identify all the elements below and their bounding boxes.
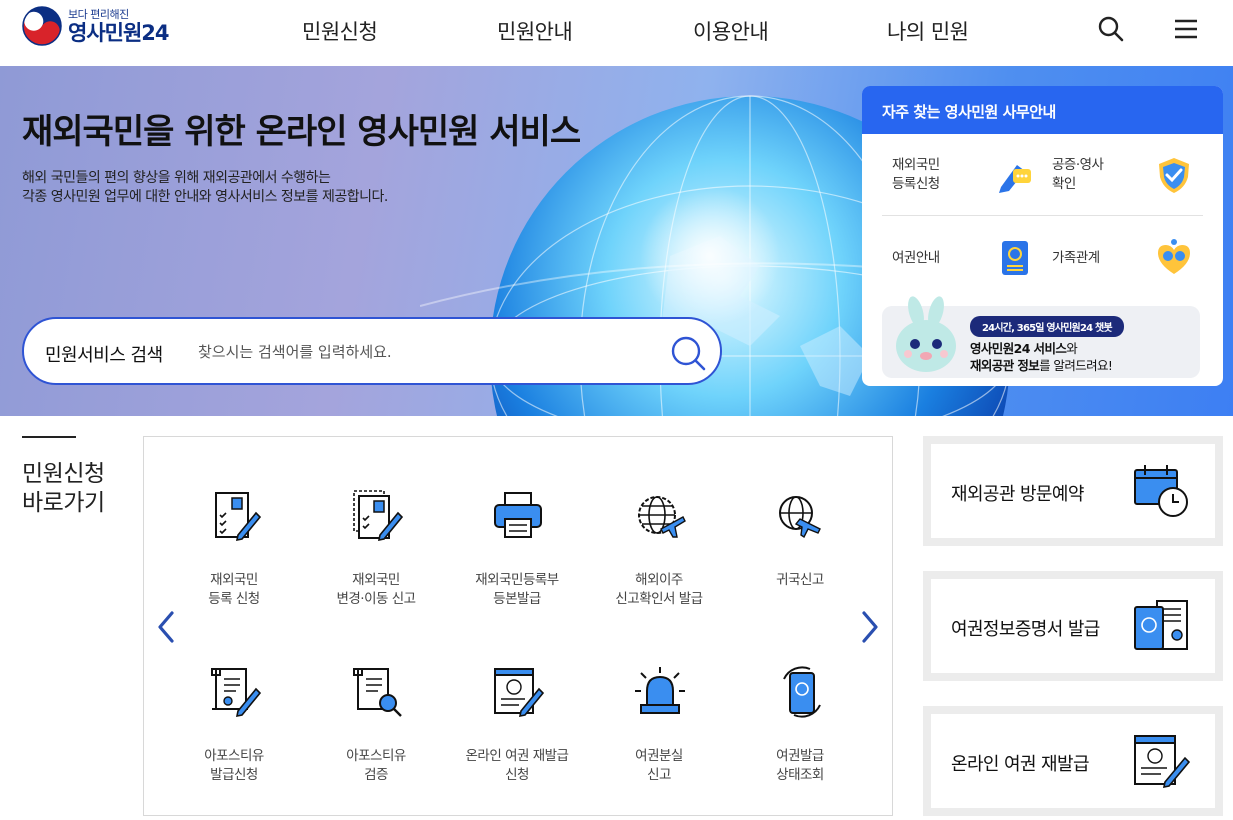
menu-icon[interactable] (1171, 14, 1201, 44)
globe-plane-icon (638, 496, 686, 538)
svc-certificate-copy[interactable]: 재외국민등록부 등본발급 (447, 489, 587, 639)
hero-description: 해외 국민들의 편의 향상을 위해 재외공관에서 수행하는 각종 영사민원 업무… (22, 169, 388, 207)
web-document-pen-icon (1134, 735, 1191, 789)
guide-item-family[interactable]: 가족관계 (1042, 217, 1203, 299)
scroll-magnifier-icon (353, 668, 402, 717)
passport-icon (1002, 241, 1028, 275)
hero-desc-line1: 해외 국민들의 편의 향상을 위해 재외공관에서 수행하는 (22, 170, 331, 186)
calendar-clock-icon (1134, 465, 1188, 517)
svc-registration[interactable]: 재외국민 등록 신청 (164, 489, 304, 639)
site-header: 보다 편리해진 영사민원24 민원신청 민원안내 이용안내 나의 민원 (0, 0, 1233, 66)
guide-item-registration[interactable]: 재외국민 등록신청 (882, 134, 1042, 216)
globe-return-plane-icon (779, 496, 821, 539)
bunny-mascot-icon (896, 296, 956, 372)
nav-apply[interactable]: 민원신청 (302, 16, 378, 46)
guide-item-notarization[interactable]: 공증·영사 확인 (1042, 134, 1203, 216)
svc-passport-loss[interactable]: 여권분실 신고 (589, 665, 729, 815)
card-visit-reservation[interactable]: 재외공관 방문예약 (923, 436, 1223, 546)
svc-emigration[interactable]: 해외이주 신고확인서 발급 (589, 489, 729, 639)
quick-apply-panel: 재외국민 등록 신청 재외국민 변경·이동 신고 재외국민등록부 등본발급 해외… (143, 436, 893, 816)
passport-certificate-icon (1134, 600, 1188, 650)
site-logo[interactable]: 보다 편리해진 영사민원24 (22, 6, 170, 46)
office-guide-panel: 자주 찾는 영사민원 사무안내 재외국민 등록신청 공증·영사 확인 여권안내 … (862, 86, 1223, 386)
family-heart-icon (1158, 239, 1190, 274)
logo-title: 영사민원24 (68, 20, 170, 45)
nav-usage[interactable]: 이용안내 (693, 16, 769, 46)
chatbot-line2: 재외공관 정보를 알려드려요! (970, 358, 1113, 373)
search-label: 민원서비스 검색 (45, 345, 163, 366)
siren-icon (635, 667, 685, 714)
nav-guide[interactable]: 민원안내 (497, 16, 573, 46)
card-online-passport-reissue[interactable]: 온라인 여권 재발급 (923, 706, 1223, 816)
logo-subtitle: 보다 편리해진 (68, 7, 129, 21)
svc-registration-change[interactable]: 재외국민 변경·이동 신고 (306, 489, 446, 639)
service-search-bar: 민원서비스 검색 (22, 317, 722, 385)
document-change-icon (353, 490, 404, 542)
document-pen-icon (215, 492, 262, 542)
svc-online-passport[interactable]: 온라인 여권 재발급 신청 (447, 665, 587, 815)
svc-apostille-verify[interactable]: 아포스티유 검증 (306, 665, 446, 815)
card-passport-certificate[interactable]: 여권정보증명서 발급 (923, 571, 1223, 681)
scroll-pen-icon (211, 668, 262, 718)
chatbot-badge: 24시간, 365일 영사민원24 챗봇 (970, 316, 1124, 337)
taegeuk-logo-icon (22, 6, 62, 46)
chatbot-banner[interactable]: 24시간, 365일 영사민원24 챗봇 영사민원24 서비스와 재외공관 정보… (882, 296, 1200, 378)
hero-desc-line2: 각종 영사민원 업무에 대한 안내와 영사서비스 정보를 제공합니다. (22, 189, 388, 205)
svc-apostille-issue[interactable]: 아포스티유 발급신청 (164, 665, 304, 815)
quick-apply-title: 민원신청 바로가기 (22, 461, 105, 516)
hero-title: 재외국민을 위한 온라인 영사민원 서비스 (22, 112, 581, 152)
office-guide-title: 자주 찾는 영사민원 사무안내 (862, 86, 1223, 134)
svc-passport-status[interactable]: 여권발급 상태조회 (730, 665, 870, 815)
printer-icon (494, 492, 542, 538)
section-divider (22, 436, 76, 438)
nav-my[interactable]: 나의 민원 (887, 16, 969, 46)
shield-check-icon (1159, 158, 1189, 193)
pencil-note-icon (999, 165, 1031, 193)
hero-banner: 재외국민을 위한 온라인 영사민원 서비스 해외 국민들의 편의 향상을 위해 … (0, 66, 1233, 416)
svc-return-report[interactable]: 귀국신고 (730, 489, 870, 639)
mobile-refresh-icon (783, 666, 821, 718)
web-document-pen-icon (494, 668, 545, 718)
search-input[interactable] (198, 337, 658, 367)
search-submit-icon[interactable] (668, 333, 708, 373)
guide-item-passport[interactable]: 여권안내 (882, 217, 1042, 299)
search-icon[interactable] (1096, 14, 1126, 44)
